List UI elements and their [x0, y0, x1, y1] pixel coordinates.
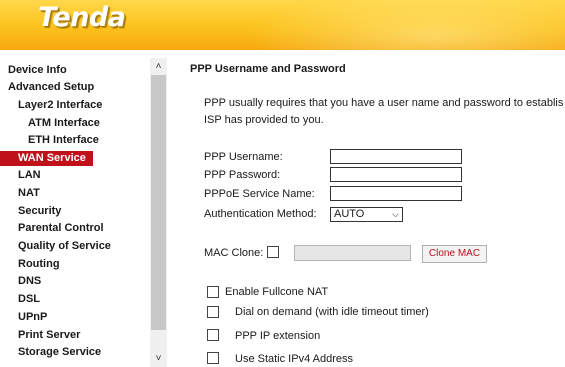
sidebar-item-routing[interactable]: Routing — [18, 257, 60, 272]
scrollbar-thumb[interactable] — [151, 75, 166, 330]
sidebar-item-wan-service[interactable]: WAN Service — [0, 151, 93, 166]
sidebar-item-security[interactable]: Security — [18, 204, 61, 219]
ppp-username-input[interactable] — [330, 149, 462, 164]
sidebar-item-dns[interactable]: DNS — [18, 274, 41, 289]
mac-clone-label: MAC Clone: — [204, 247, 264, 259]
sidebar-scrollbar[interactable]: ˄ ˅ — [150, 58, 167, 367]
sidebar-item-upnp[interactable]: UPnP — [18, 310, 47, 325]
sidebar-item-nat[interactable]: NAT — [18, 186, 40, 201]
scroll-down-icon[interactable]: ˅ — [150, 350, 167, 367]
main-content: PPP Username and Password PPP usually re… — [167, 58, 565, 367]
static-ipv4-label: Use Static IPv4 Address — [235, 353, 353, 365]
sidebar-item-eth-interface[interactable]: ETH Interface — [28, 133, 99, 148]
auth-method-value: AUTO — [334, 208, 365, 220]
scroll-up-icon[interactable]: ˄ — [150, 58, 167, 75]
sidebar-item-device-info[interactable]: Device Info — [8, 63, 67, 78]
mac-clone-input[interactable] — [294, 245, 411, 261]
auth-method-select[interactable]: AUTO ⌵ — [330, 207, 403, 222]
auth-method-label: Authentication Method: — [204, 208, 317, 220]
pppoe-service-name-input[interactable] — [330, 186, 462, 201]
clone-mac-button[interactable]: Clone MAC — [422, 245, 487, 263]
static-ipv4-checkbox[interactable] — [207, 352, 219, 364]
sidebar-item-print-server[interactable]: Print Server — [18, 328, 80, 343]
chevron-down-icon: ⌵ — [392, 209, 399, 219]
ppp-username-label: PPP Username: — [204, 151, 283, 163]
sidebar-item-dsl[interactable]: DSL — [18, 292, 40, 307]
page-title: PPP Username and Password — [190, 63, 346, 75]
ppp-ip-extension-checkbox[interactable] — [207, 329, 219, 341]
ppp-password-input[interactable] — [330, 167, 462, 182]
description-line-1: PPP usually requires that you have a use… — [204, 97, 564, 109]
header-decoration — [245, 0, 565, 50]
sidebar-nav: Device Info Advanced Setup Layer2 Interf… — [0, 58, 150, 367]
dial-on-demand-label: Dial on demand (with idle timeout timer) — [235, 306, 429, 318]
fullcone-nat-label: Enable Fullcone NAT — [225, 286, 329, 298]
ppp-password-label: PPP Password: — [204, 169, 281, 181]
ppp-ip-extension-label: PPP IP extension — [235, 330, 321, 342]
sidebar-item-storage-service[interactable]: Storage Service — [18, 345, 101, 360]
tenda-logo: Tenda — [38, 2, 126, 33]
dial-on-demand-checkbox[interactable] — [207, 306, 219, 318]
sidebar-item-layer2-interface[interactable]: Layer2 Interface — [18, 98, 102, 113]
header-banner: Tenda — [0, 0, 565, 50]
mac-clone-checkbox[interactable] — [267, 246, 279, 258]
sidebar-item-quality-of-service[interactable]: Quality of Service — [18, 239, 111, 254]
sidebar-item-advanced-setup[interactable]: Advanced Setup — [8, 80, 94, 95]
fullcone-nat-checkbox[interactable] — [207, 286, 219, 298]
sidebar-item-lan[interactable]: LAN — [18, 168, 41, 183]
sidebar-item-parental-control[interactable]: Parental Control — [18, 221, 104, 236]
pppoe-service-name-label: PPPoE Service Name: — [204, 188, 315, 200]
sidebar-item-atm-interface[interactable]: ATM Interface — [28, 116, 100, 131]
description-line-2: ISP has provided to you. — [204, 114, 324, 126]
